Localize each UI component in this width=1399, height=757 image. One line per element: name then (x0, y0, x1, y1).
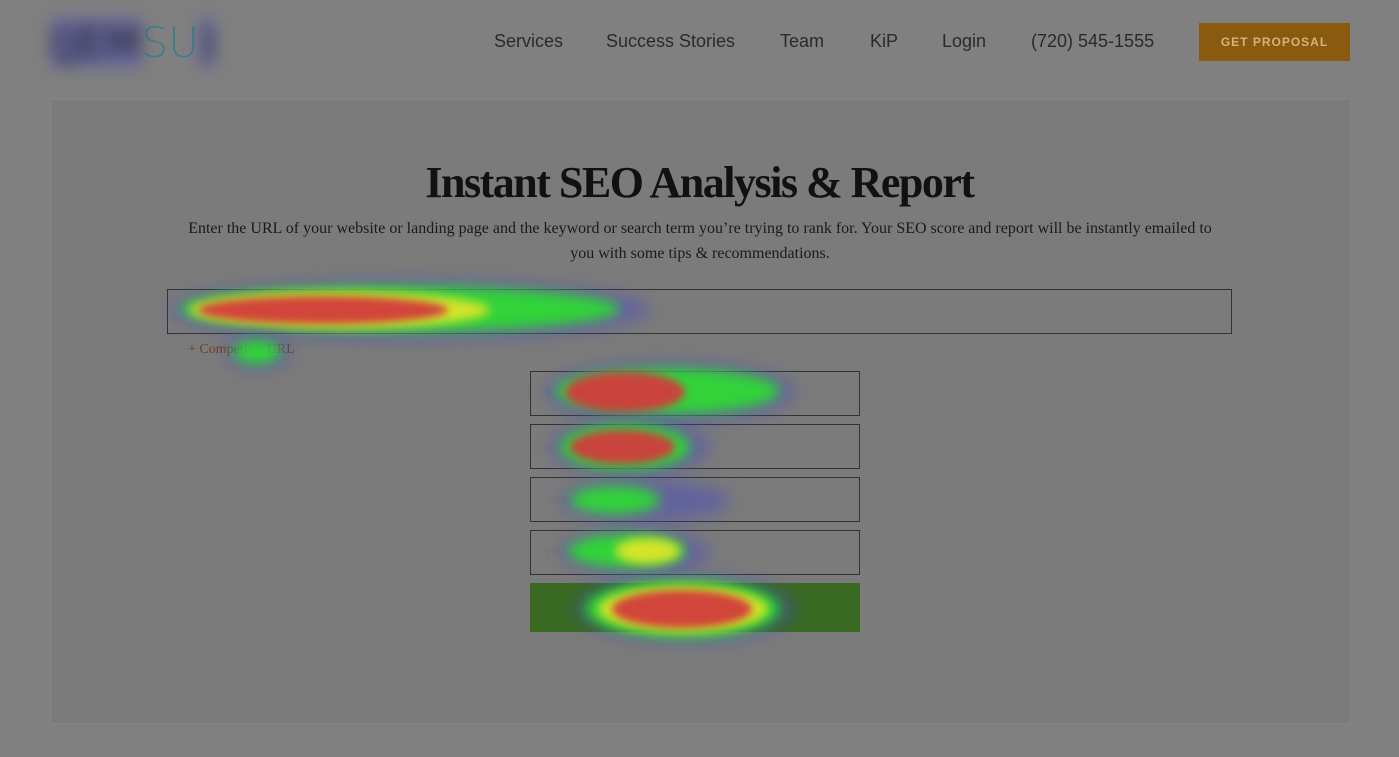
logo[interactable]: (JEMSU) (50, 18, 216, 67)
nav-phone[interactable]: (720) 545-1555 (1031, 31, 1154, 52)
nav-services[interactable]: Services (494, 31, 563, 52)
intro-text: Enter the URL of your website or landing… (188, 220, 1212, 262)
nav-kip[interactable]: KiP (870, 31, 898, 52)
name-input[interactable] (530, 424, 860, 469)
keyword-input[interactable] (530, 371, 860, 416)
page-title: Instant SEO Analysis & Report (425, 158, 975, 207)
scan-now-button[interactable]: Scan Now (530, 583, 860, 632)
nav-team[interactable]: Team (780, 31, 824, 52)
phone-input[interactable] (530, 530, 860, 575)
nav-success-stories[interactable]: Success Stories (606, 31, 735, 52)
url-input[interactable] (167, 289, 1232, 334)
get-proposal-button[interactable]: GET PROPOSAL (1199, 23, 1350, 61)
email-input[interactable] (530, 477, 860, 522)
nav-login[interactable]: Login (942, 31, 986, 52)
competitor-url-link[interactable]: + Competitor URL (188, 342, 295, 358)
